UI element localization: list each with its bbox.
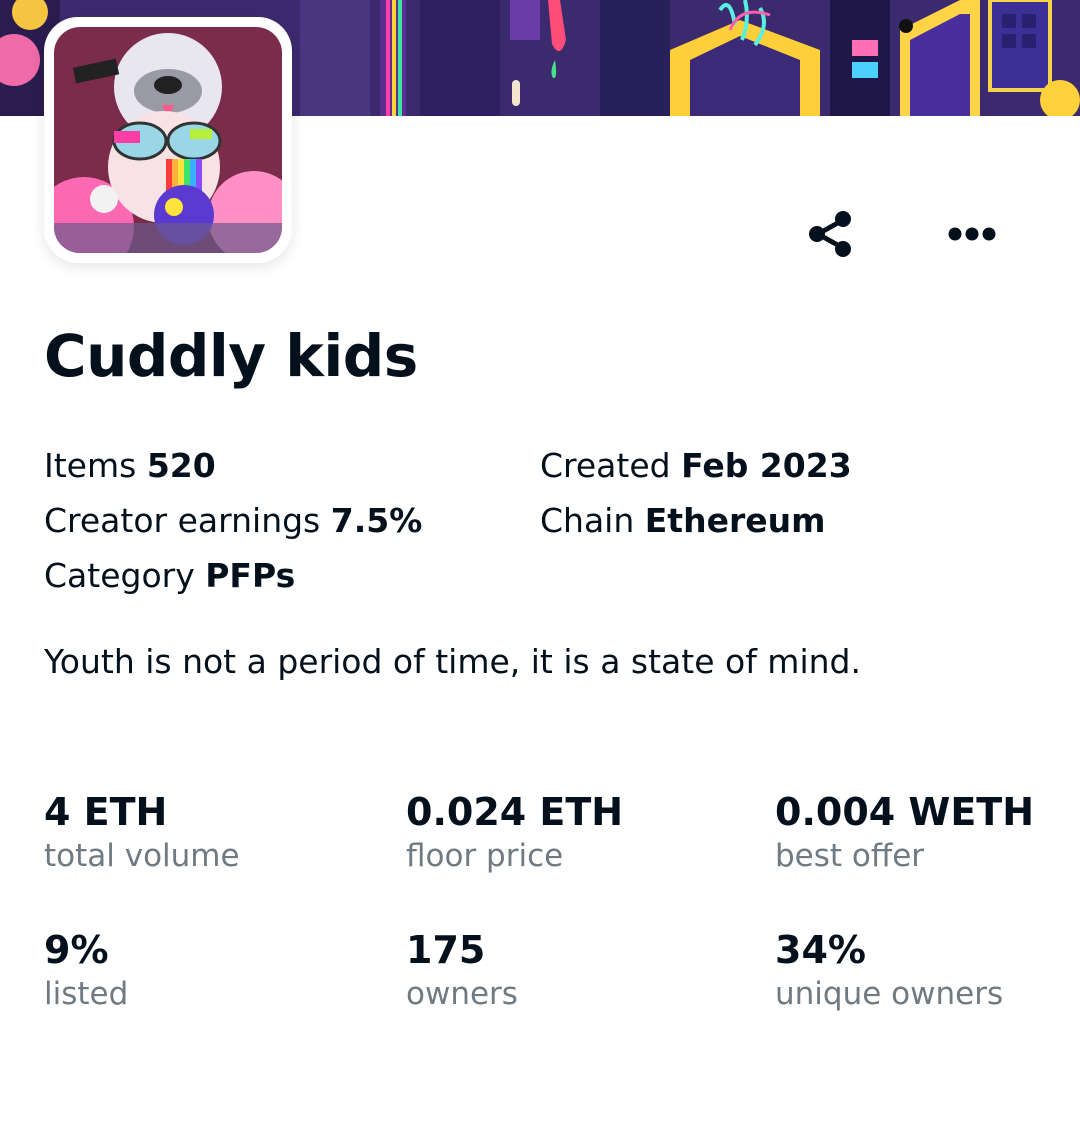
stat-label: owners <box>406 976 518 1012</box>
detail-category-label: Category <box>44 556 195 595</box>
detail-created: Created Feb 2023 <box>540 446 852 485</box>
detail-items: Items 520 <box>44 446 216 485</box>
share-button[interactable] <box>796 200 864 268</box>
detail-items-label: Items <box>44 446 137 485</box>
detail-created-label: Created <box>540 446 671 485</box>
avatar-artwork <box>54 27 282 253</box>
stat-value: 0.004 WETH <box>775 790 1035 834</box>
stat-unique-owners: 34% unique owners <box>775 928 1003 1012</box>
detail-creator-earnings: Creator earnings 7.5% <box>44 501 422 540</box>
stat-value: 175 <box>406 928 486 972</box>
detail-earnings-value: 7.5% <box>330 501 423 540</box>
stat-value: 34% <box>775 928 866 972</box>
stat-total-volume: 4 ETH total volume <box>44 790 240 874</box>
stat-value: 9% <box>44 928 109 972</box>
stat-best-offer: 0.004 WETH best offer <box>775 790 1034 874</box>
detail-category: Category PFPs <box>44 556 295 595</box>
more-options-icon <box>948 227 996 241</box>
stat-value: 4 ETH <box>44 790 168 834</box>
collection-avatar[interactable] <box>44 17 292 263</box>
stat-owners: 175 owners <box>406 928 518 1012</box>
detail-created-value: Feb 2023 <box>681 446 852 485</box>
stat-label: unique owners <box>775 976 1004 1012</box>
avatar-image <box>54 27 282 253</box>
collection-description: Youth is not a period of time, it is a s… <box>44 642 861 681</box>
detail-chain-value: Ethereum <box>644 501 826 540</box>
stat-label: listed <box>44 976 129 1012</box>
stat-label: floor price <box>406 838 564 874</box>
more-options-button[interactable] <box>938 200 1006 268</box>
detail-category-value[interactable]: PFPs <box>205 556 295 595</box>
share-icon <box>809 211 851 257</box>
collection-title: Cuddly kids <box>44 322 418 390</box>
stat-label: total volume <box>44 838 240 874</box>
detail-chain: Chain Ethereum <box>540 501 826 540</box>
detail-chain-label: Chain <box>540 501 635 540</box>
detail-items-value: 520 <box>146 446 216 485</box>
detail-earnings-label: Creator earnings <box>44 501 321 540</box>
stat-listed: 9% listed <box>44 928 128 1012</box>
stat-value: 0.024 ETH <box>406 790 624 834</box>
stat-label: best offer <box>775 838 925 874</box>
stat-floor-price: 0.024 ETH floor price <box>406 790 623 874</box>
